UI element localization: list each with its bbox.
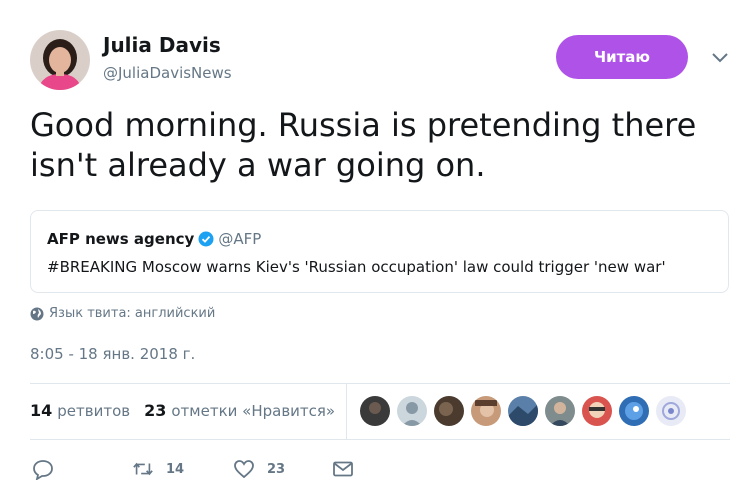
liker-avatar[interactable] bbox=[360, 396, 390, 426]
reply-icon bbox=[32, 458, 54, 480]
globe-icon bbox=[30, 307, 44, 321]
liker-avatar[interactable] bbox=[545, 396, 575, 426]
envelope-icon bbox=[332, 458, 354, 480]
tweet-text: Good morning. Russia is pretending there… bbox=[30, 106, 697, 184]
verified-badge-icon bbox=[198, 231, 214, 247]
divider-bottom bbox=[30, 439, 730, 440]
liker-avatar[interactable] bbox=[582, 396, 612, 426]
retweet-count: 14 bbox=[166, 461, 185, 477]
like-button[interactable]: 23 bbox=[233, 458, 285, 480]
direct-message-button[interactable] bbox=[332, 458, 354, 480]
retweets-count[interactable]: 14 bbox=[30, 401, 52, 420]
more-options-caret[interactable] bbox=[710, 50, 730, 66]
author-handle[interactable]: @JuliaDavisNews bbox=[103, 64, 232, 82]
following-button[interactable]: Читаю bbox=[556, 35, 688, 79]
liker-avatar[interactable] bbox=[656, 396, 686, 426]
retweets-label[interactable]: ретвитов bbox=[57, 402, 130, 420]
quoted-tweet-header: AFP news agency @AFP bbox=[47, 230, 261, 248]
quoted-author-handle: @AFP bbox=[218, 230, 262, 248]
liker-avatar[interactable] bbox=[471, 396, 501, 426]
chevron-down-icon bbox=[712, 53, 728, 63]
quoted-author-name: AFP news agency bbox=[47, 230, 195, 248]
quoted-tweet-card[interactable]: AFP news agency @AFP #BREAKING Moscow wa… bbox=[30, 210, 729, 293]
likes-count[interactable]: 23 bbox=[144, 401, 166, 420]
tweet-actions: 14 23 bbox=[30, 458, 730, 482]
language-label: Язык твита: английский bbox=[49, 306, 216, 321]
author-name[interactable]: Julia Davis bbox=[103, 33, 221, 57]
like-count: 23 bbox=[267, 461, 286, 477]
tweet-timestamp[interactable]: 8:05 - 18 янв. 2018 г. bbox=[30, 345, 195, 363]
tweet-stats: 14 ретвитов 23 отметки «Нравится» bbox=[30, 401, 349, 420]
liker-avatar[interactable] bbox=[508, 396, 538, 426]
retweet-button[interactable]: 14 bbox=[132, 458, 184, 480]
profile-photo bbox=[30, 30, 90, 90]
heart-icon bbox=[233, 458, 255, 480]
liker-avatar[interactable] bbox=[434, 396, 464, 426]
quoted-tweet-text: #BREAKING Moscow warns Kiev's 'Russian o… bbox=[47, 258, 666, 276]
reply-button[interactable] bbox=[32, 458, 54, 480]
liker-avatars bbox=[360, 396, 693, 426]
retweet-icon bbox=[132, 458, 154, 480]
author-avatar[interactable] bbox=[30, 30, 90, 90]
divider-top bbox=[30, 383, 730, 384]
liker-avatar[interactable] bbox=[397, 396, 427, 426]
likes-label[interactable]: отметки «Нравится» bbox=[171, 402, 335, 420]
tweet-language-note: Язык твита: английский bbox=[30, 306, 215, 321]
liker-avatar[interactable] bbox=[619, 396, 649, 426]
